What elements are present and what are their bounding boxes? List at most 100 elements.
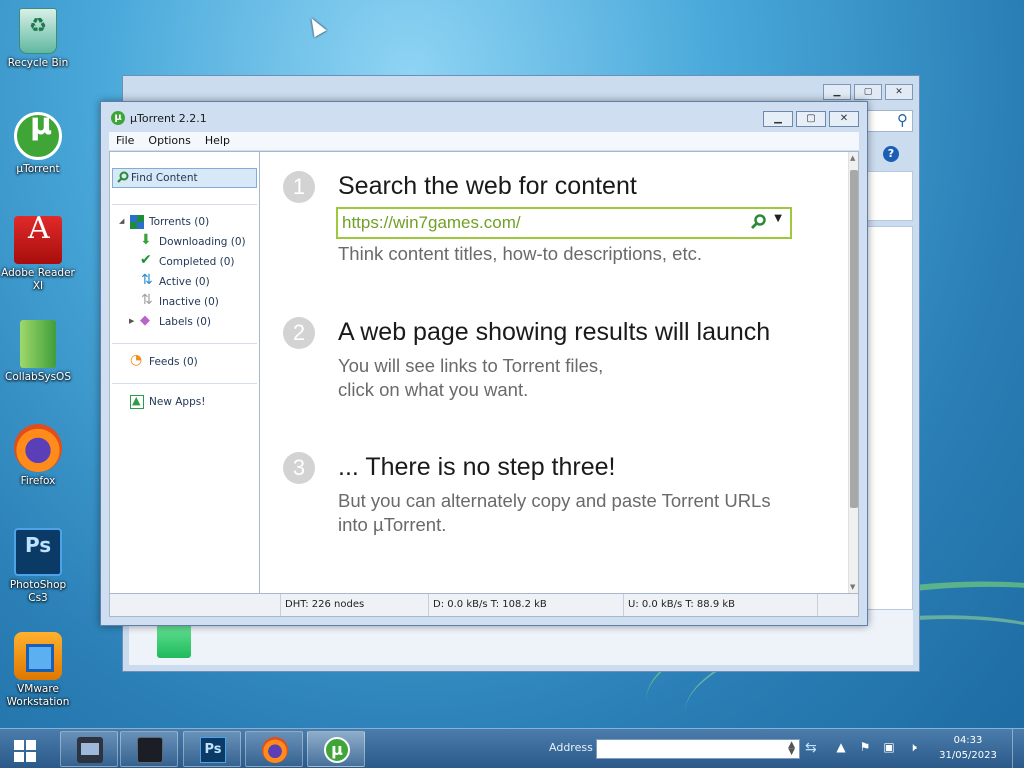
- maximize-button[interactable]: ▢: [854, 84, 882, 100]
- step-title: Search the web for content: [338, 172, 637, 200]
- search-icon[interactable]: [750, 214, 766, 230]
- menu-options[interactable]: Options: [148, 132, 190, 150]
- sidebar-item-labels[interactable]: ▶ Labels (0): [129, 313, 212, 330]
- show-desktop-button[interactable]: [1012, 729, 1024, 768]
- utorrent-icon: µ: [324, 737, 350, 763]
- start-button[interactable]: [6, 734, 46, 764]
- scroll-down-icon[interactable]: ▼: [850, 583, 855, 591]
- scrollbar-thumb[interactable]: [850, 170, 858, 508]
- utorrent-logo-icon: µ: [111, 111, 125, 125]
- file-explorer-icon: [77, 737, 103, 763]
- desktop-icon-recycle-bin[interactable]: Recycle Bin: [0, 8, 76, 70]
- minimize-button[interactable]: ▁: [763, 111, 793, 127]
- menu-help[interactable]: Help: [205, 132, 230, 150]
- address-label: Address: [549, 741, 593, 754]
- sidebar-item-feeds[interactable]: Feeds (0): [130, 352, 198, 370]
- show-hidden-icons-icon[interactable]: ▲: [833, 740, 849, 755]
- divider: [112, 383, 257, 384]
- go-arrows-icon[interactable]: ⇆: [805, 740, 817, 756]
- taskbar-button-utorrent[interactable]: µ: [307, 731, 365, 767]
- sidebar-item-label: Active (0): [159, 276, 210, 288]
- desktop-icon-label: PhotoShop Cs3: [9, 579, 67, 604]
- windows-logo-icon: [14, 740, 24, 750]
- step-description: into µTorrent.: [338, 514, 447, 535]
- scroll-up-icon[interactable]: ▲: [850, 154, 855, 162]
- find-content-panel: 1 Search the web for content ▼ Think con…: [261, 152, 848, 593]
- download-status[interactable]: D: 0.0 kB/s T: 108.2 kB: [428, 594, 547, 616]
- sidebar-item-label: Torrents (0): [149, 216, 210, 228]
- desktop-icon-label: CollabSysOS: [5, 371, 71, 383]
- title-bar[interactable]: µ µTorrent 2.2.1 ▁ ▢ ✕: [101, 102, 867, 132]
- desktop-icon-collabsysos[interactable]: CollabSysOS: [0, 320, 76, 384]
- utorrent-window[interactable]: µ µTorrent 2.2.1 ▁ ▢ ✕ File Options Help…: [100, 101, 868, 626]
- windows-logo-icon: [26, 740, 36, 750]
- sidebar: Find Content ◢ Torrents (0) Downloading …: [110, 152, 260, 593]
- checkmark-icon: [140, 252, 154, 269]
- volume-muted-icon[interactable]: 🕨: [905, 740, 921, 755]
- window-controls: ▁ ▢ ✕: [823, 84, 913, 100]
- divider: [112, 204, 257, 205]
- sidebar-item-label: New Apps!: [149, 396, 206, 408]
- dht-status[interactable]: DHT: 226 nodes: [280, 594, 364, 616]
- divider: [112, 343, 257, 344]
- content-search-input[interactable]: [342, 212, 732, 234]
- vertical-scrollbar[interactable]: ▲ ▼: [848, 152, 858, 593]
- sidebar-item-inactive[interactable]: Inactive (0): [140, 292, 219, 310]
- close-button[interactable]: ✕: [885, 84, 913, 100]
- close-button[interactable]: ✕: [829, 111, 859, 127]
- taskbar-button-explorer[interactable]: [60, 731, 118, 767]
- sidebar-item-torrents[interactable]: ◢ Torrents (0): [119, 214, 210, 230]
- photoshop-icon: [14, 528, 62, 576]
- sidebar-item-label: Labels (0): [159, 316, 212, 328]
- clock[interactable]: 04:33 31/05/2023: [936, 733, 1000, 763]
- status-indicator: [817, 594, 847, 616]
- desktop-icon-utorrent[interactable]: µTorrent: [0, 112, 76, 176]
- sidebar-item-find-content[interactable]: Find Content: [112, 168, 257, 188]
- utorrent-icon: [14, 112, 62, 160]
- minimize-button[interactable]: ▁: [823, 84, 851, 100]
- search-icon[interactable]: [863, 110, 913, 132]
- sidebar-item-active[interactable]: Active (0): [140, 272, 210, 290]
- desktop-icon-photoshop[interactable]: PhotoShop Cs3: [0, 528, 76, 605]
- taskbar-button-calculator[interactable]: [120, 731, 178, 767]
- step-description: Think content titles, how-to description…: [338, 243, 703, 264]
- menu-file[interactable]: File: [116, 132, 134, 150]
- taskbar: Ps µ Address ▲ ▼ ⇆ ▲ ⚑ ▣ 🕨 04:33 31/05/20…: [0, 728, 1024, 768]
- sidebar-item-new-apps[interactable]: New Apps!: [130, 394, 205, 410]
- sidebar-item-label: Inactive (0): [159, 296, 219, 308]
- help-icon[interactable]: ?: [883, 146, 899, 162]
- desktop-icon-vmware[interactable]: VMware Workstation: [0, 632, 76, 709]
- upload-status[interactable]: U: 0.0 kB/s T: 88.9 kB: [623, 594, 735, 616]
- step-number-badge: 1: [283, 171, 315, 203]
- adobe-reader-icon: [14, 216, 62, 264]
- chevron-down-icon[interactable]: ▼: [774, 213, 782, 224]
- clock-time: 04:33: [953, 735, 983, 746]
- network-icon[interactable]: ▣: [881, 740, 897, 755]
- sidebar-item-completed[interactable]: Completed (0): [140, 252, 235, 270]
- step-description: click on what you want.: [338, 379, 529, 400]
- desktop-icon-label: VMware Workstation: [6, 683, 70, 708]
- collapse-arrow-icon[interactable]: ◢: [119, 217, 124, 225]
- expand-arrow-icon[interactable]: ▶: [129, 317, 134, 325]
- download-arrow-icon: [140, 232, 154, 249]
- window-title: µTorrent 2.2.1: [130, 112, 207, 125]
- collabsysos-icon: [20, 320, 56, 368]
- mouse-cursor-icon: [305, 14, 327, 38]
- step-description: But you can alternately copy and paste T…: [338, 490, 771, 511]
- windows-logo-icon: [26, 752, 36, 762]
- firefox-icon: [262, 737, 288, 763]
- active-transfer-icon: [140, 272, 154, 289]
- address-toolbar-input[interactable]: ▲ ▼: [596, 739, 800, 759]
- taskbar-button-firefox[interactable]: [245, 731, 303, 767]
- dropdown-arrows-icon[interactable]: ▲ ▼: [788, 741, 795, 757]
- content-search-box[interactable]: ▼: [336, 207, 792, 239]
- taskbar-button-photoshop[interactable]: Ps: [183, 731, 241, 767]
- desktop-icon-firefox[interactable]: Firefox: [0, 424, 76, 488]
- action-center-flag-icon[interactable]: ⚑: [857, 740, 873, 755]
- desktop-icon-label: µTorrent: [16, 163, 60, 175]
- label-tag-icon: [140, 313, 154, 329]
- maximize-button[interactable]: ▢: [796, 111, 826, 127]
- desktop-icon-adobe-reader[interactable]: Adobe Reader XI: [0, 216, 76, 293]
- sidebar-item-downloading[interactable]: Downloading (0): [140, 232, 246, 250]
- sidebar-item-label: Completed (0): [159, 256, 235, 268]
